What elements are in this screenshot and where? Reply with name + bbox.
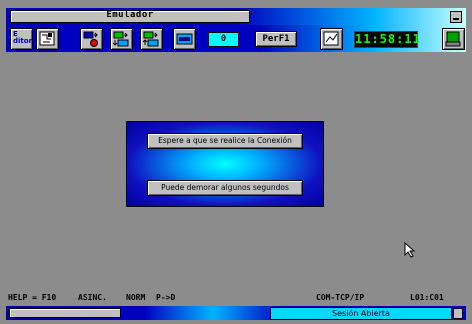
norm-mode: NORM <box>126 293 146 302</box>
title-box: Emulador <box>10 10 250 23</box>
graph-button[interactable] <box>320 28 343 50</box>
reset-icon <box>176 33 193 45</box>
printer-icon <box>83 31 98 47</box>
profile-button[interactable]: PerF1 <box>255 31 297 47</box>
async-mode: ASINC. <box>78 293 107 302</box>
counter-display: 0 <box>208 32 239 47</box>
printer-config-button[interactable] <box>80 28 103 50</box>
window-title: Emulador <box>106 10 154 20</box>
keyboard-map-icon <box>39 31 55 46</box>
toolbar: Editor 0 PerF1 11:58:11 <box>6 25 466 52</box>
status-line: HELP = F10 ASINC. NORM P->D COM-TCP/IP L… <box>6 293 466 303</box>
wait-message: Espere a que se realice la Conexión <box>147 133 303 149</box>
editor-label: Editor <box>13 30 33 45</box>
scroll-arrow[interactable] <box>453 308 463 319</box>
graph-icon <box>323 31 339 46</box>
exit-icon <box>445 31 461 47</box>
minimize-button[interactable] <box>450 11 462 23</box>
transfer-down-icon <box>143 31 159 47</box>
exit-button[interactable] <box>442 28 465 50</box>
emulator-window: Emulador Editor 0 PerF1 11:58:11 Espere … <box>0 0 472 324</box>
transfer-up-icon <box>113 31 129 47</box>
mouse-pointer-icon <box>404 242 416 258</box>
session-status: Sesión Abierta <box>270 307 452 320</box>
title-bar[interactable]: Emulador <box>6 8 466 25</box>
terminal-area[interactable]: Espere a que se realice la Conexión Pued… <box>6 52 466 290</box>
editor-button[interactable]: Editor <box>10 28 33 50</box>
delay-message: Puede demorar algunos segundos <box>147 180 303 196</box>
cursor-position: L01:C01 <box>410 293 444 302</box>
bottom-bar: Sesión Abierta <box>6 306 466 320</box>
transfer-up-button[interactable] <box>110 28 133 50</box>
reset-button[interactable] <box>173 28 196 50</box>
progress-box <box>9 308 121 318</box>
transfer-down-button[interactable] <box>140 28 163 50</box>
help-hint: HELP = F10 <box>8 293 57 302</box>
direction: P->D <box>156 293 176 302</box>
connection-dialog: Espere a que se realice la Conexión Pued… <box>126 121 324 207</box>
clock-display: 11:58:11 <box>354 31 421 48</box>
connection-type: COM-TCP/IP <box>316 293 365 302</box>
keyboard-map-button[interactable] <box>36 28 59 50</box>
